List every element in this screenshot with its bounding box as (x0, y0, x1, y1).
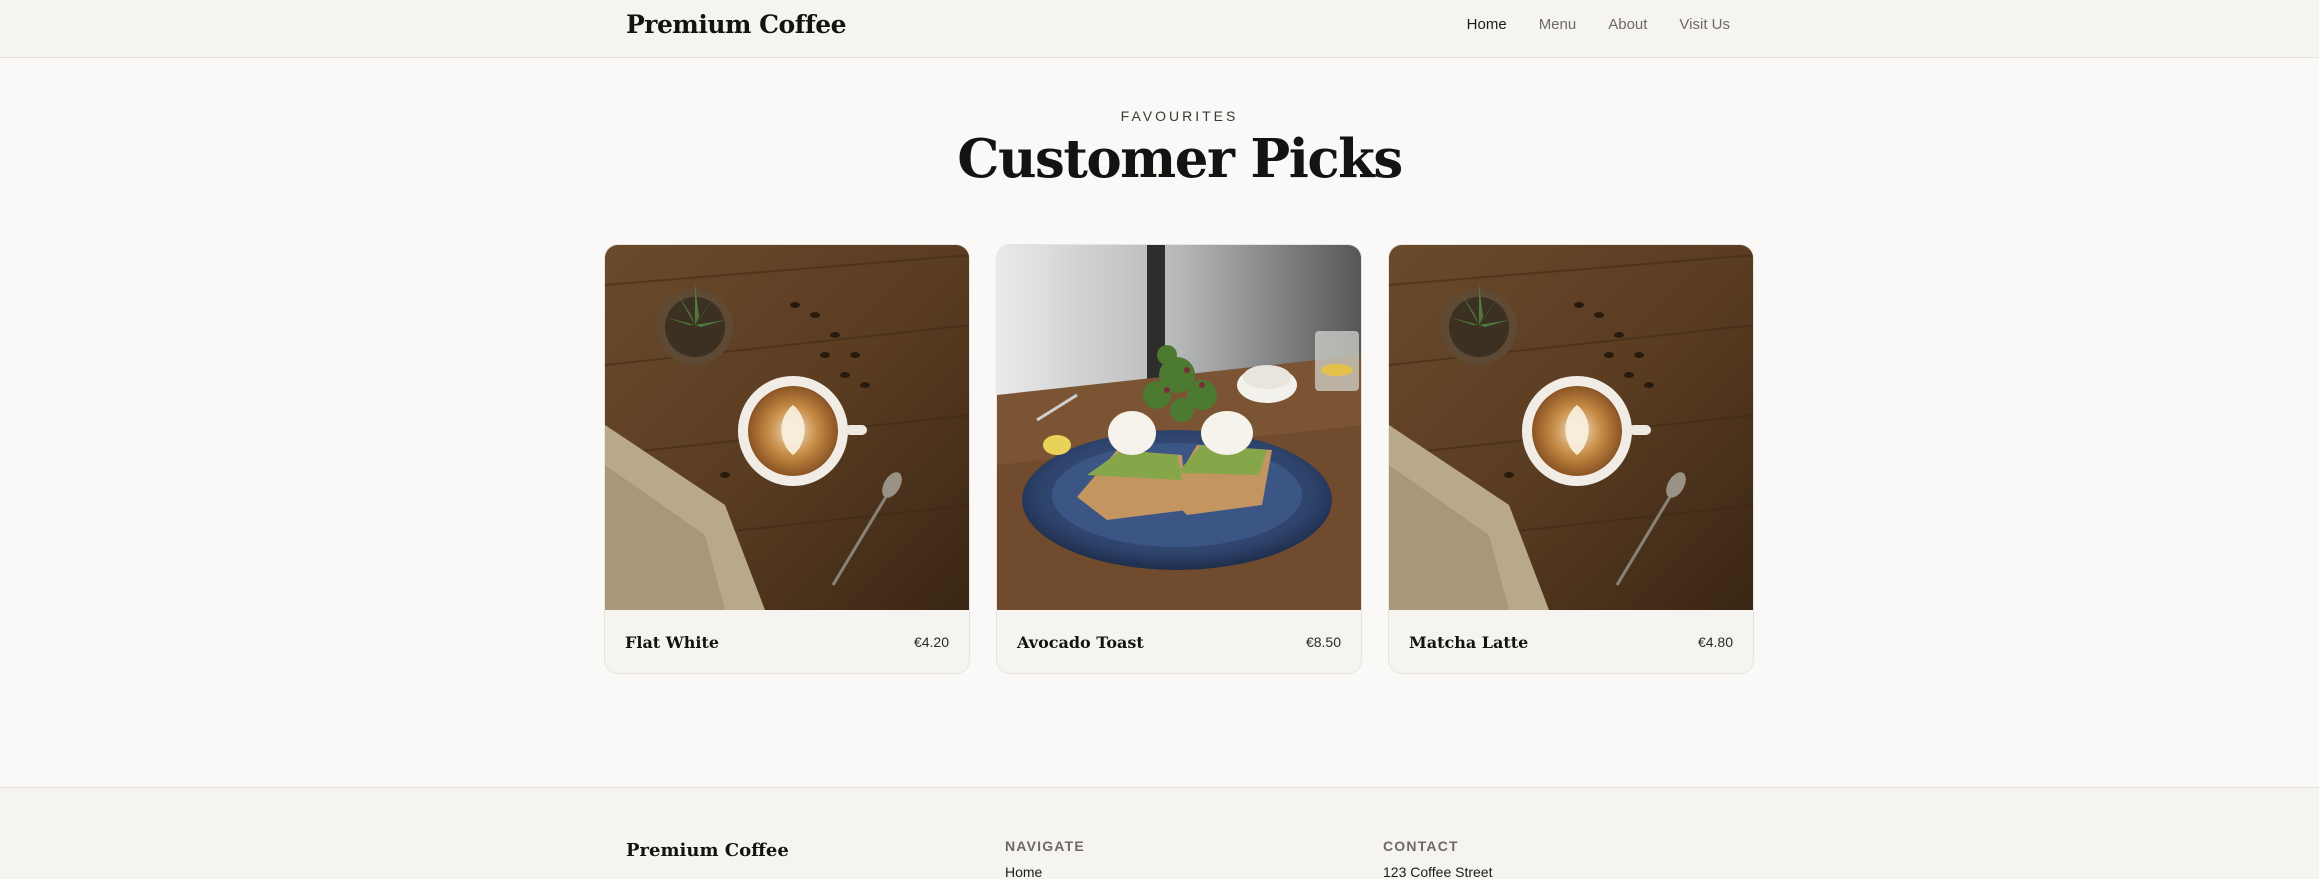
product-price: €4.80 (1697, 634, 1733, 650)
footer-address: 123 Coffee Street (1383, 864, 1493, 879)
nav-link-visit-us[interactable]: Visit Us (1679, 16, 1730, 33)
product-cards: Flat White €4.20 Avocado Toast €8.50 Mat… (604, 244, 1754, 674)
footer-navigate-column: NAVIGATE Home (1005, 838, 1085, 879)
card-footer: Matcha Latte €4.80 (1389, 610, 1753, 673)
product-name: Matcha Latte (1409, 632, 1529, 652)
product-name: Avocado Toast (1017, 632, 1144, 652)
main-nav: Home Menu About Visit Us (1467, 16, 1730, 33)
product-card-avocado-toast[interactable]: Avocado Toast €8.50 (996, 244, 1362, 674)
brand-logo[interactable]: Premium Coffee (626, 10, 847, 39)
product-name: Flat White (625, 632, 720, 652)
nav-link-about[interactable]: About (1608, 16, 1647, 33)
product-card-flat-white[interactable]: Flat White €4.20 (604, 244, 970, 674)
product-card-matcha-latte[interactable]: Matcha Latte €4.80 (1388, 244, 1754, 674)
section-title: Customer Picks (957, 128, 1403, 190)
latte-art-coffee-photo (1389, 245, 1753, 610)
footer-contact-heading: CONTACT (1383, 838, 1459, 854)
footer-brand: Premium Coffee (626, 840, 789, 861)
card-footer: Avocado Toast €8.50 (997, 610, 1361, 673)
footer-contact-column: CONTACT 123 Coffee Street (1383, 838, 1492, 879)
product-price: €4.20 (913, 634, 949, 650)
site-footer: Premium Coffee NAVIGATE Home CONTACT 123… (0, 787, 2319, 879)
section-eyebrow: FAVOURITES (1120, 108, 1239, 124)
latte-art-coffee-photo (605, 245, 969, 610)
avocado-toast-photo (997, 245, 1361, 610)
footer-navigate-heading: NAVIGATE (1005, 838, 1085, 854)
product-price: €8.50 (1305, 634, 1341, 650)
nav-link-home[interactable]: Home (1467, 16, 1507, 33)
card-footer: Flat White €4.20 (605, 610, 969, 673)
site-header: Premium Coffee Home Menu About Visit Us (0, 0, 2319, 58)
nav-link-menu[interactable]: Menu (1539, 16, 1577, 33)
footer-link-home[interactable]: Home (1005, 864, 1085, 879)
